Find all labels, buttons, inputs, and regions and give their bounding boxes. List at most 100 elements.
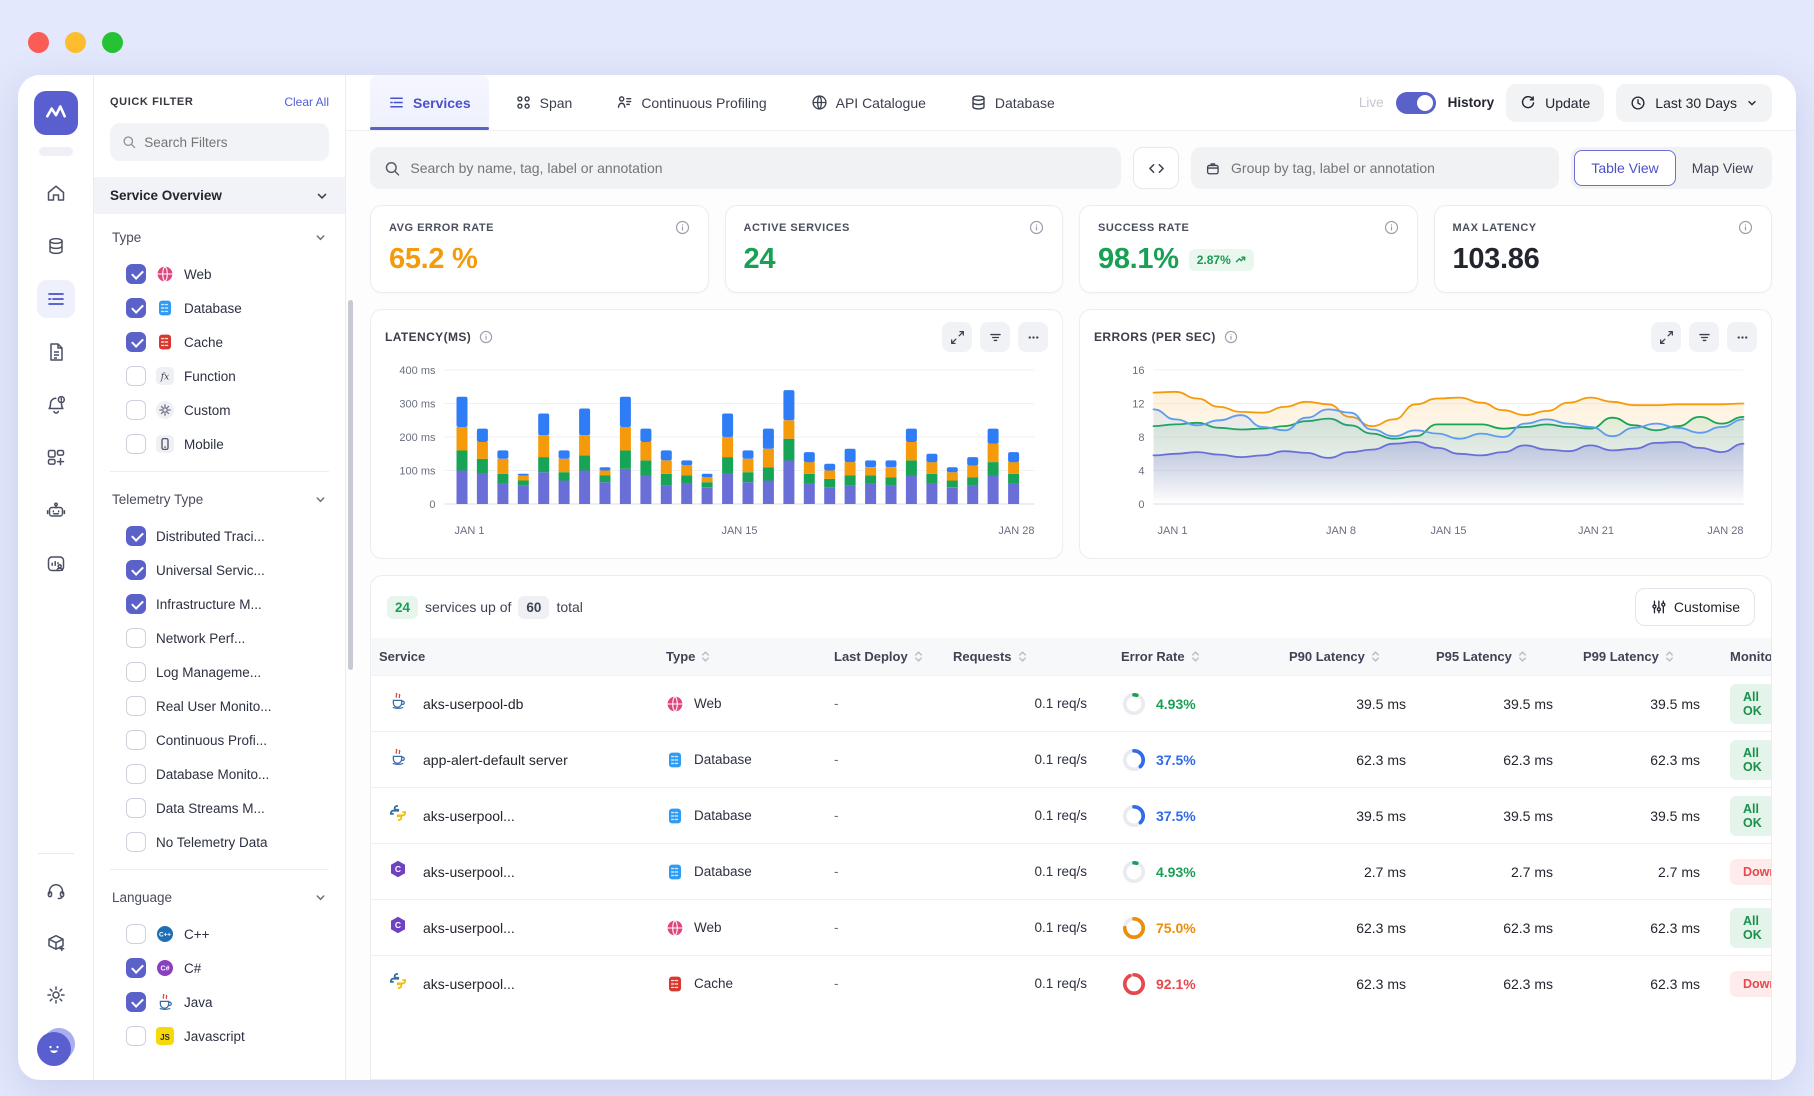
filter-group-language-header[interactable]: Language: [112, 890, 327, 905]
checkbox[interactable]: [126, 832, 146, 852]
filter-checkbox-item[interactable]: Database Monito...: [112, 757, 327, 791]
info-icon[interactable]: [1029, 220, 1044, 235]
close-window-button[interactable]: [28, 32, 49, 53]
filter-icon[interactable]: [980, 322, 1010, 352]
filter-checkbox-item[interactable]: Custom: [112, 393, 327, 427]
checkbox[interactable]: [126, 696, 146, 716]
maximize-window-button[interactable]: [102, 32, 123, 53]
customise-button[interactable]: Customise: [1635, 588, 1755, 626]
filter-checkbox-item[interactable]: Real User Monito...: [112, 689, 327, 723]
user-avatar[interactable]: [37, 1028, 75, 1066]
tab-services[interactable]: Services: [370, 75, 489, 130]
filter-group-telemetry-header[interactable]: Telemetry Type: [112, 492, 327, 507]
table-row[interactable]: app-alert-default server Database - 0.1 …: [371, 731, 1771, 787]
checkbox[interactable]: [126, 730, 146, 750]
info-icon[interactable]: [675, 220, 690, 235]
column-header[interactable]: Type: [658, 638, 826, 675]
sort-icon[interactable]: [1517, 650, 1528, 663]
map-view-button[interactable]: Map View: [1676, 150, 1769, 186]
filter-checkbox-item[interactable]: C++ C++: [112, 917, 327, 951]
info-icon[interactable]: [479, 330, 493, 344]
document-icon[interactable]: [37, 333, 75, 371]
filter-checkbox-item[interactable]: JS Javascript: [112, 1019, 327, 1053]
section-service-overview[interactable]: Service Overview: [94, 177, 345, 214]
infrastructure-icon[interactable]: [37, 227, 75, 265]
filter-checkbox-item[interactable]: Distributed Traci...: [112, 519, 327, 553]
settings-gear-icon[interactable]: [37, 976, 75, 1014]
table-row[interactable]: aks-userpool... Cache - 0.1 req/s 92.1%: [371, 955, 1771, 1011]
info-icon[interactable]: [1384, 220, 1399, 235]
live-history-toggle[interactable]: [1396, 92, 1436, 114]
tab-span[interactable]: Span: [497, 75, 591, 130]
checkbox[interactable]: [126, 400, 146, 420]
checkbox[interactable]: [126, 1026, 146, 1046]
clear-all-link[interactable]: Clear All: [284, 95, 329, 109]
info-icon[interactable]: [1224, 330, 1238, 344]
sort-icon[interactable]: [1664, 650, 1675, 663]
filter-checkbox-item[interactable]: Log Manageme...: [112, 655, 327, 689]
column-header[interactable]: P95 Latency: [1428, 638, 1575, 675]
table-row[interactable]: aks-userpool... Database - 0.1 req/s 37.…: [371, 787, 1771, 843]
filter-search-input[interactable]: [144, 135, 317, 150]
more-icon[interactable]: [1018, 322, 1048, 352]
session-monitor-icon[interactable]: [37, 545, 75, 583]
sort-icon[interactable]: [1370, 650, 1381, 663]
service-search-box[interactable]: [370, 147, 1121, 189]
time-range-dropdown[interactable]: Last 30 Days: [1616, 84, 1772, 122]
checkbox[interactable]: [126, 924, 146, 944]
expand-icon[interactable]: [1651, 322, 1681, 352]
filter-checkbox-item[interactable]: Data Streams M...: [112, 791, 327, 825]
integrations-box-icon[interactable]: [37, 924, 75, 962]
filter-checkbox-item[interactable]: No Telemetry Data: [112, 825, 327, 859]
filter-checkbox-item[interactable]: Universal Servic...: [112, 553, 327, 587]
filter-checkbox-item[interactable]: Mobile: [112, 427, 327, 461]
service-search-input[interactable]: [410, 160, 1107, 176]
checkbox[interactable]: [126, 594, 146, 614]
checkbox[interactable]: [126, 958, 146, 978]
minimize-window-button[interactable]: [65, 32, 86, 53]
filter-checkbox-item[interactable]: fx Function: [112, 359, 327, 393]
assistant-robot-icon[interactable]: [37, 492, 75, 530]
checkbox[interactable]: [126, 662, 146, 682]
checkbox[interactable]: [126, 366, 146, 386]
checkbox[interactable]: [126, 526, 146, 546]
table-view-button[interactable]: Table View: [1574, 150, 1675, 186]
checkbox[interactable]: [126, 434, 146, 454]
scrollbar-thumb[interactable]: [348, 300, 353, 670]
more-icon[interactable]: [1727, 322, 1757, 352]
table-row[interactable]: C aks-userpool... Database - 0.1 req/s: [371, 843, 1771, 899]
dashboards-add-icon[interactable]: [37, 439, 75, 477]
expand-icon[interactable]: [942, 322, 972, 352]
sort-icon[interactable]: [700, 650, 711, 663]
filter-checkbox-item[interactable]: Network Perf...: [112, 621, 327, 655]
column-header[interactable]: Service: [371, 638, 658, 675]
checkbox[interactable]: [126, 764, 146, 784]
group-by-box[interactable]: [1191, 147, 1559, 189]
sort-icon[interactable]: [1017, 650, 1028, 663]
filter-checkbox-item[interactable]: Java: [112, 985, 327, 1019]
column-header[interactable]: Last Deploy: [826, 638, 945, 675]
sort-icon[interactable]: [1190, 650, 1201, 663]
checkbox[interactable]: [126, 798, 146, 818]
query-code-button[interactable]: [1133, 147, 1179, 189]
app-logo[interactable]: [34, 91, 78, 135]
filter-icon[interactable]: [1689, 322, 1719, 352]
tab-api-catalogue[interactable]: API Catalogue: [793, 75, 944, 130]
column-header[interactable]: P90 Latency: [1281, 638, 1428, 675]
filter-checkbox-item[interactable]: Database: [112, 291, 327, 325]
alerts-bell-icon[interactable]: [37, 386, 75, 424]
filter-search-box[interactable]: [110, 123, 329, 161]
filter-checkbox-item[interactable]: Continuous Profi...: [112, 723, 327, 757]
table-row[interactable]: aks-userpool-db Web - 0.1 req/s 4.93%: [371, 675, 1771, 731]
support-headset-icon[interactable]: [37, 872, 75, 910]
filter-checkbox-item[interactable]: Cache: [112, 325, 327, 359]
checkbox[interactable]: [126, 992, 146, 1012]
home-icon[interactable]: [37, 174, 75, 212]
group-by-input[interactable]: [1231, 160, 1545, 176]
info-icon[interactable]: [1738, 220, 1753, 235]
checkbox[interactable]: [126, 298, 146, 318]
column-header[interactable]: P99 Latency: [1575, 638, 1722, 675]
tab-database[interactable]: Database: [952, 75, 1073, 130]
filter-checkbox-item[interactable]: Web: [112, 257, 327, 291]
checkbox[interactable]: [126, 264, 146, 284]
